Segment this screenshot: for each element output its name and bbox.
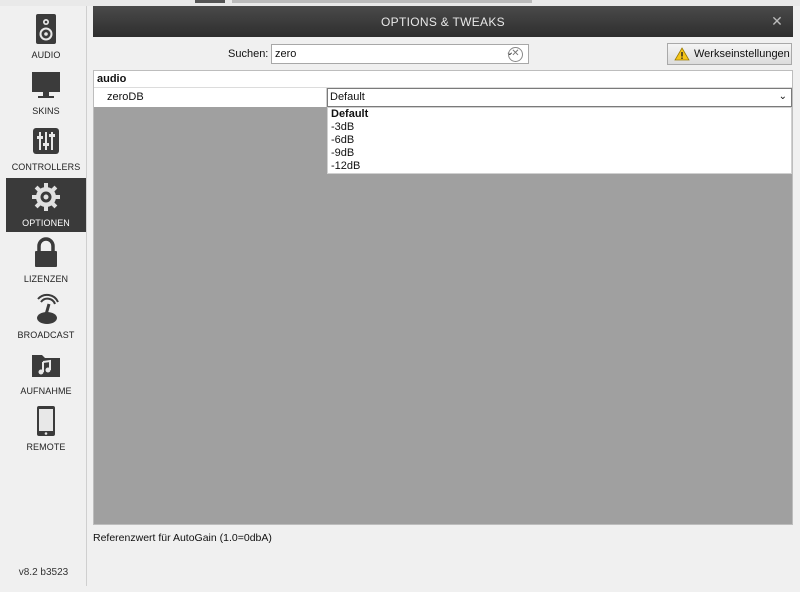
option-row[interactable]: zeroDB Default ⌄ (94, 88, 792, 107)
version-label: v8.2 b3523 (18, 567, 69, 578)
search-input[interactable]: zero ⌄ (271, 44, 529, 64)
title-bar: OPTIONS & TWEAKS ✕ (93, 6, 793, 37)
window-title: OPTIONS & TWEAKS (381, 15, 505, 29)
option-value-select[interactable]: Default ⌄ (327, 88, 792, 107)
top-strip-segment (195, 0, 225, 3)
warning-icon (674, 47, 690, 61)
factory-reset-label: Werkseinstellungen (694, 48, 790, 60)
sidebar-item-label: OPTIONEN (22, 218, 70, 228)
option-description: Referenzwert für AutoGain (1.0=0dbA) (93, 532, 272, 544)
monitor-icon (32, 72, 60, 98)
sidebar-item-lizenzen[interactable]: LIZENZEN (6, 234, 86, 288)
chevron-down-icon[interactable]: ⌄ (779, 91, 787, 102)
dropdown-option[interactable]: Default (328, 108, 791, 121)
sidebar-item-label: CONTROLLERS (11, 162, 81, 172)
factory-reset-button[interactable]: Werkseinstellungen (667, 43, 792, 65)
dropdown-option[interactable]: -3dB (328, 121, 791, 134)
lock-icon (35, 237, 57, 267)
gear-icon (32, 183, 60, 211)
sliders-icon (33, 128, 59, 154)
sidebar-item-remote[interactable]: REMOTE (6, 402, 86, 456)
search-label: Suchen: (228, 48, 269, 60)
sidebar-item-label: BROADCAST (17, 330, 75, 340)
sidebar-item-label: AUFNAHME (20, 386, 72, 396)
options-list: audio zeroDB Default ⌄ Default -3dB -6dB… (93, 70, 793, 525)
sidebar: AUDIO SKINS CONTROLLERS OPTIONEN LIZENZE… (0, 6, 87, 586)
dropdown-option[interactable]: -9dB (328, 147, 791, 160)
tablet-icon (37, 406, 55, 436)
clear-search-icon[interactable]: ✕ (508, 47, 523, 62)
search-row: Suchen: zero ⌄ ✕ Werkseinstellungen (93, 37, 793, 70)
sidebar-item-audio[interactable]: AUDIO (6, 10, 86, 64)
option-name: zeroDB (107, 91, 144, 103)
sidebar-item-label: AUDIO (31, 50, 61, 60)
speaker-icon (36, 14, 56, 44)
sidebar-item-controllers[interactable]: CONTROLLERS (6, 122, 86, 176)
sidebar-item-aufnahme[interactable]: AUFNAHME (6, 346, 86, 400)
section-header: audio (94, 71, 792, 88)
section-title: audio (97, 73, 127, 85)
options-panel: OPTIONS & TWEAKS ✕ Suchen: zero ⌄ ✕ Werk… (93, 6, 793, 586)
option-dropdown: Default -3dB -6dB -9dB -12dB (327, 107, 792, 174)
option-name-cell: zeroDB (94, 88, 327, 107)
dropdown-option[interactable]: -6dB (328, 134, 791, 147)
sidebar-item-skins[interactable]: SKINS (6, 66, 86, 120)
option-value: Default (330, 91, 365, 103)
sidebar-item-optionen[interactable]: OPTIONEN (6, 178, 86, 232)
search-value: zero (275, 48, 297, 60)
music-folder-icon (32, 355, 60, 377)
broadcast-icon (37, 293, 59, 324)
dropdown-option[interactable]: -12dB (328, 160, 791, 173)
sidebar-item-label: SKINS (32, 106, 60, 116)
sidebar-item-broadcast[interactable]: BROADCAST (6, 290, 86, 344)
close-icon[interactable]: ✕ (769, 13, 785, 29)
sidebar-item-label: REMOTE (26, 442, 66, 452)
top-strip-segment (232, 0, 532, 3)
sidebar-item-label: LIZENZEN (23, 274, 69, 284)
